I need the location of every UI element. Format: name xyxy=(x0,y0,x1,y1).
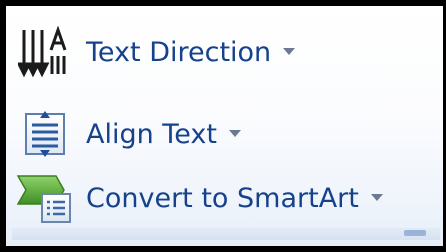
convert-to-smartart-button[interactable]: Convert to SmartArt xyxy=(12,166,383,230)
chevron-down-icon xyxy=(228,130,241,138)
group-label-strip xyxy=(12,228,440,240)
align-text-label: Align Text xyxy=(86,118,217,150)
align-text-button[interactable]: Align Text xyxy=(12,102,241,166)
ribbon-paragraph-group-panel: Text Direction Align Text Convert to Sma… xyxy=(0,0,446,252)
convert-smartart-icon xyxy=(12,166,80,230)
convert-to-smartart-label: Convert to SmartArt xyxy=(86,182,359,214)
text-direction-icon xyxy=(12,20,80,84)
chevron-down-icon xyxy=(370,194,383,202)
text-direction-label: Text Direction xyxy=(86,36,272,68)
text-direction-button[interactable]: Text Direction xyxy=(12,20,296,84)
chevron-down-icon xyxy=(283,48,296,56)
align-text-icon xyxy=(12,102,80,166)
dialog-launcher-icon[interactable] xyxy=(404,230,426,236)
